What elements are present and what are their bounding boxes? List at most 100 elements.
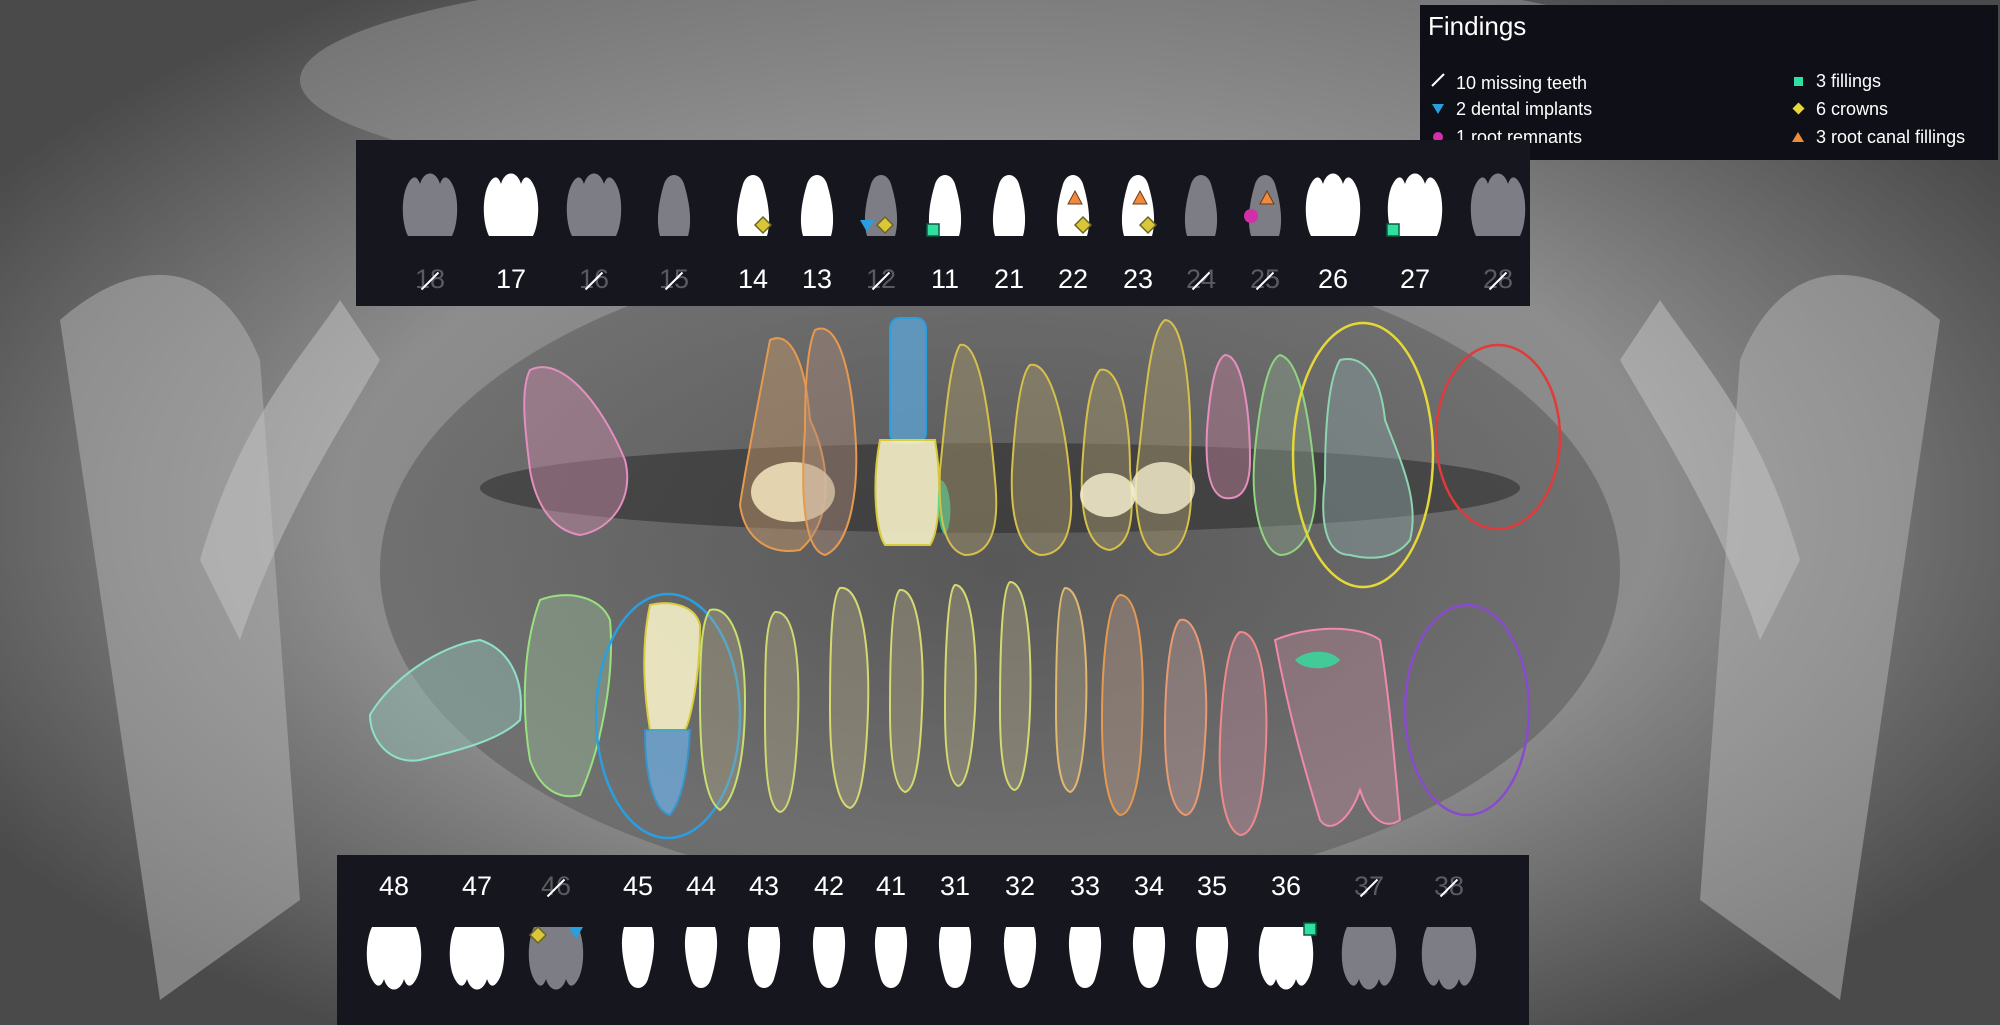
tooth-icon <box>874 927 908 988</box>
lower-tooth-33[interactable]: 33 <box>1053 855 1117 1025</box>
single-root-tooth-shape <box>1068 927 1102 988</box>
tooth-icon <box>483 173 539 236</box>
lower-tooth-37[interactable]: 37 <box>1337 855 1401 1025</box>
single-root-tooth-shape <box>1003 927 1037 988</box>
tooth-number: 22 <box>1057 264 1089 294</box>
finding-root-canal-fillings: 3 root canal fillings <box>1788 127 1965 148</box>
tooth-number: 31 <box>939 871 971 901</box>
tooth-icon <box>1184 175 1218 236</box>
tooth-icon <box>366 927 422 990</box>
lower-tooth-42[interactable]: 42 <box>797 855 861 1025</box>
molar-tooth-shape <box>566 173 622 236</box>
single-root-tooth-shape <box>938 927 972 988</box>
upper-tooth-15[interactable]: 15 <box>642 140 706 310</box>
lower-tooth-31[interactable]: 31 <box>923 855 987 1025</box>
lower-tooth-32[interactable]: 32 <box>988 855 1052 1025</box>
upper-tooth-27[interactable]: 27 <box>1383 140 1447 310</box>
tooth-number: 45 <box>622 871 654 901</box>
tooth-icon <box>1470 173 1526 236</box>
upper-tooth-18[interactable]: 18 <box>398 140 462 310</box>
single-root-tooth-shape <box>1132 927 1166 988</box>
finding-missing-teeth: 10 missing teeth <box>1428 71 1587 94</box>
molar-tooth-shape <box>1258 927 1314 990</box>
tooth-number: 26 <box>1317 264 1349 294</box>
lower-tooth-38[interactable]: 38 <box>1417 855 1481 1025</box>
upper-tooth-17[interactable]: 17 <box>479 140 543 310</box>
filling-square-icon <box>1303 922 1317 936</box>
upper-tooth-21[interactable]: 21 <box>977 140 1041 310</box>
implant-triangle-icon <box>1428 99 1448 120</box>
single-root-tooth-shape <box>874 927 908 988</box>
single-root-tooth-shape <box>812 927 846 988</box>
upper-tooth-13[interactable]: 13 <box>785 140 849 310</box>
tooth-number: 23 <box>1122 264 1154 294</box>
lower-tooth-47[interactable]: 47 <box>445 855 509 1025</box>
tooth-number: 44 <box>685 871 717 901</box>
lower-tooth-48[interactable]: 48 <box>362 855 426 1025</box>
tooth-icon <box>1132 927 1166 988</box>
molar-tooth-shape <box>1421 927 1477 990</box>
molar-tooth-shape <box>1470 173 1526 236</box>
upper-tooth-16[interactable]: 16 <box>562 140 626 310</box>
finding-root-canal-label: 3 root canal fillings <box>1816 127 1966 147</box>
root-canal-triangle-icon <box>1788 127 1808 148</box>
single-root-tooth-shape <box>747 927 781 988</box>
missing-tooth-slash-icon <box>1428 71 1448 94</box>
upper-tooth-chart: 18171615141312112122232425262728 <box>356 140 1530 306</box>
tooth-number: 42 <box>813 871 845 901</box>
lower-tooth-36[interactable]: 36 <box>1254 855 1318 1025</box>
tooth-icon <box>449 927 505 990</box>
tooth-icon <box>926 175 962 237</box>
tooth-icon <box>1003 927 1037 988</box>
single-root-tooth-shape <box>992 175 1026 236</box>
upper-tooth-24[interactable]: 24 <box>1169 140 1233 310</box>
tooth-icon <box>1258 922 1317 990</box>
tooth-number: 11 <box>930 264 960 294</box>
molar-tooth-shape <box>483 173 539 236</box>
findings-legend: Findings 10 missing teeth 2 dental impla… <box>1420 5 1998 160</box>
lower-tooth-44[interactable]: 44 <box>669 855 733 1025</box>
upper-tooth-22[interactable]: 22 <box>1041 140 1105 310</box>
filling-square-icon <box>926 223 940 237</box>
tooth-number: 13 <box>801 264 833 294</box>
filling-square-icon <box>1788 71 1808 92</box>
tooth-icon <box>1305 173 1361 236</box>
lower-tooth-35[interactable]: 35 <box>1180 855 1244 1025</box>
upper-tooth-12[interactable]: 12 <box>849 140 913 310</box>
lower-tooth-46[interactable]: 46 <box>524 855 588 1025</box>
molar-tooth-shape <box>366 927 422 990</box>
molar-tooth-shape <box>402 173 458 236</box>
tooth-number: 48 <box>378 871 410 901</box>
tooth-icon <box>992 175 1026 236</box>
single-root-tooth-shape <box>657 175 691 236</box>
lower-tooth-41[interactable]: 41 <box>859 855 923 1025</box>
upper-tooth-11[interactable]: 11 <box>913 140 977 310</box>
upper-tooth-14[interactable]: 14 <box>721 140 785 310</box>
lower-tooth-chart: 48 47 46 45 44 43 42 41 31 32 33 34 35 36 3738 <box>337 855 1529 1025</box>
lower-tooth-45[interactable]: 45 <box>606 855 670 1025</box>
tooth-number: 14 <box>737 264 769 294</box>
single-root-tooth-shape <box>684 927 718 988</box>
finding-fillings: 3 fillings <box>1788 71 1881 92</box>
molar-tooth-shape <box>449 927 505 990</box>
lower-tooth-34[interactable]: 34 <box>1117 855 1181 1025</box>
lower-tooth-43[interactable]: 43 <box>732 855 796 1025</box>
upper-tooth-26[interactable]: 26 <box>1301 140 1365 310</box>
tooth-icon <box>938 927 972 988</box>
tooth-icon <box>402 173 458 236</box>
finding-crowns-label: 6 crowns <box>1816 99 1889 119</box>
upper-tooth-28[interactable]: 28 <box>1466 140 1530 310</box>
single-root-tooth-shape <box>621 927 655 988</box>
crown-diamond-icon <box>1788 99 1808 120</box>
upper-tooth-23[interactable]: 23 <box>1106 140 1170 310</box>
tooth-icon <box>1056 175 1093 236</box>
tooth-icon <box>812 927 846 988</box>
tooth-icon <box>684 927 718 988</box>
tooth-icon <box>860 175 898 236</box>
finding-dental-implants: 2 dental implants <box>1428 99 1592 120</box>
molar-tooth-shape <box>1341 927 1397 990</box>
tooth-icon <box>1386 173 1443 237</box>
upper-tooth-25[interactable]: 25 <box>1233 140 1297 310</box>
tooth-icon <box>1421 927 1477 990</box>
tooth-number: 27 <box>1399 264 1431 294</box>
